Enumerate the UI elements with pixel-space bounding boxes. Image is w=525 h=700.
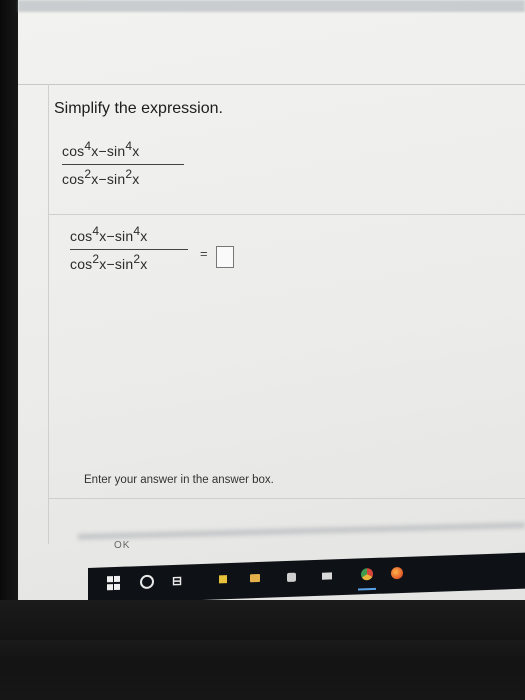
store-icon[interactable]: [284, 570, 298, 584]
equals-sign: =: [200, 246, 208, 261]
search-icon[interactable]: [140, 575, 154, 589]
firefox-icon[interactable]: [390, 566, 404, 580]
expression-denominator: cos 2 x − sin 2 x: [62, 167, 140, 187]
file-explorer-icon[interactable]: [248, 571, 262, 585]
blurred-bottom-strip: [78, 522, 525, 540]
photo-of-screen: Simplify the expression. cos 4 x − sin 4…: [0, 0, 525, 700]
mail-icon[interactable]: [320, 568, 334, 582]
yellow-app-icon[interactable]: [216, 572, 230, 586]
blurred-header-strip: [18, 0, 525, 12]
section-divider: [48, 214, 525, 215]
answer-input-box[interactable]: [216, 246, 234, 268]
question-prompt: Simplify the expression.: [54, 100, 223, 117]
footer-divider: [48, 498, 525, 499]
chrome-icon[interactable]: [360, 567, 374, 581]
windows-start-icon[interactable]: [106, 576, 120, 591]
fraction-bar: [70, 249, 188, 250]
active-app-indicator: [358, 587, 376, 591]
instruction-text: Enter your answer in the answer box.: [84, 474, 274, 486]
fraction-bar: [62, 164, 184, 165]
content-frame-left: [48, 84, 49, 544]
browser-screen: Simplify the expression. cos 4 x − sin 4…: [18, 0, 525, 604]
task-view-icon[interactable]: ⊟: [170, 574, 184, 588]
given-expression: cos 4 x − sin 4 x cos 2 x − sin 2 x: [62, 139, 184, 187]
surface-reflection: [0, 640, 525, 700]
windows-taskbar: ⊟: [88, 552, 525, 604]
answer-denominator: cos 2 x − sin 2 x: [70, 252, 148, 272]
answer-expression: cos 4 x − sin 4 x cos 2 x − sin 2 x: [70, 224, 188, 272]
header-divider: [18, 84, 525, 85]
ok-button[interactable]: OK: [114, 540, 130, 551]
answer-numerator: cos 4 x − sin 4 x: [70, 224, 148, 244]
expression-numerator: cos 4 x − sin 4 x: [62, 139, 140, 159]
